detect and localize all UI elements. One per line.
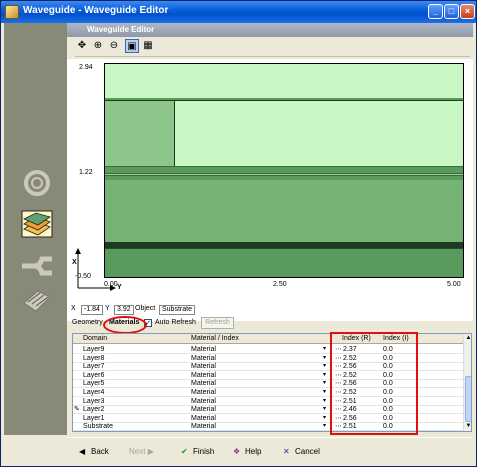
cancel-button[interactable]: ✕ Cancel xyxy=(283,447,320,456)
y-tick-top: 2.94 xyxy=(79,64,93,71)
coord-x-value: -1.84 xyxy=(81,305,103,315)
close-button[interactable]: × xyxy=(460,4,475,19)
fit-view-icon[interactable]: ▣ xyxy=(125,39,139,53)
header-material[interactable]: Material / Index xyxy=(191,335,239,342)
x-tick-mid: 2.50 xyxy=(273,281,287,288)
help-button[interactable]: ❖ Help xyxy=(233,447,261,456)
coordinate-readout: X -1.84 Y 3.92 Object Substrate xyxy=(67,304,473,316)
waveguide-layers-icon[interactable] xyxy=(20,209,54,239)
toolbar: ✥ ⊕ ⊖ ▣ ▦ xyxy=(75,39,470,57)
maximize-button[interactable]: □ xyxy=(444,4,459,19)
y-axis-label: Y xyxy=(117,284,122,291)
title-bar: Waveguide - Waveguide Editor _ □ × xyxy=(1,1,476,23)
y-tick-mid: 1.22 xyxy=(79,169,93,176)
materials-highlight-oval xyxy=(103,316,147,334)
zoom-in-icon[interactable]: ⊕ xyxy=(91,39,105,53)
coord-object-value: Substrate xyxy=(159,305,195,315)
app-window: Waveguide - Waveguide Editor _ □ × Waveg… xyxy=(0,0,477,467)
window-title: Waveguide - Waveguide Editor xyxy=(23,5,169,16)
cancel-x-icon: ✕ xyxy=(283,447,290,456)
material-dropdown-icon[interactable]: ▾ xyxy=(323,422,326,431)
pointer-tool-icon[interactable]: ✥ xyxy=(75,39,89,53)
refresh-button[interactable]: Refresh xyxy=(201,317,234,329)
grating-coupler-icon[interactable] xyxy=(20,285,54,315)
layer-substrate xyxy=(105,248,463,277)
coord-y-label: Y xyxy=(105,305,110,312)
layer-middle xyxy=(105,180,463,242)
app-icon xyxy=(5,5,19,19)
coord-x-label: X xyxy=(71,305,76,312)
cell-domain: Substrate xyxy=(83,423,113,431)
ring-resonator-icon[interactable] xyxy=(20,168,54,198)
scroll-thumb[interactable] xyxy=(465,376,471,422)
x-tick-right: 5.00 xyxy=(447,281,461,288)
back-arrow-icon: ◀ xyxy=(79,447,86,456)
scroll-down-icon[interactable]: ▼ xyxy=(465,423,471,431)
table-scrollbar[interactable]: ▲ ▼ xyxy=(463,334,471,431)
finish-button[interactable]: ✔ Finish xyxy=(181,447,214,456)
checkmark-icon: ✔ xyxy=(181,447,188,456)
auto-refresh-label: Auto Refresh xyxy=(155,319,196,326)
back-button[interactable]: ◀ Back xyxy=(79,447,109,456)
index-highlight-box xyxy=(330,332,418,435)
coord-y-value: 3.92 xyxy=(114,305,134,315)
cell-material[interactable]: Material xyxy=(191,422,216,431)
sidebar xyxy=(4,23,67,435)
tab-geometry[interactable]: Geometry xyxy=(72,319,103,326)
wizard-footer: ◀ Back Next ▶ ✔ Finish ❖ Help ✕ Cancel xyxy=(67,437,473,465)
grid-view-icon[interactable]: ▦ xyxy=(141,39,155,53)
geometry-plot[interactable]: 2.94 1.22 -0.50 0.00 2.50 5.00 X Y xyxy=(67,59,473,321)
zoom-out-icon[interactable]: ⊖ xyxy=(107,39,121,53)
waveguide-editor-panel: Waveguide Editor ✥ ⊕ ⊖ ▣ ▦ 2.94 1.22 -0.… xyxy=(67,23,473,435)
next-button: Next ▶ xyxy=(129,447,160,456)
layer-stack-top xyxy=(105,166,463,173)
header-domain[interactable]: Domain xyxy=(83,335,107,342)
layer-ridge-block xyxy=(105,100,175,166)
plot-canvas[interactable] xyxy=(104,63,464,278)
help-book-icon: ❖ xyxy=(233,447,241,456)
x-axis-label: X xyxy=(72,259,77,266)
layer-upper-line xyxy=(175,100,463,101)
coord-object-label: Object xyxy=(135,305,156,312)
next-arrow-icon: ▶ xyxy=(147,447,154,456)
editor-title: Waveguide Editor xyxy=(67,23,473,37)
scroll-up-icon[interactable]: ▲ xyxy=(465,335,471,343)
y-splitter-icon[interactable] xyxy=(20,251,54,281)
minimize-button[interactable]: _ xyxy=(428,4,443,19)
